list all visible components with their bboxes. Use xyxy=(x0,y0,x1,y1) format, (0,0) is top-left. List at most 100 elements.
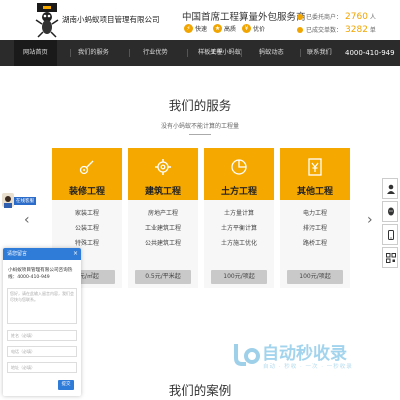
watermark-subtext: 自动 · 秒收 · 一次 · 一秒收录 xyxy=(263,364,353,370)
cases-title: 我们的案例 xyxy=(168,383,232,398)
nav-divider xyxy=(129,49,130,57)
gear-icon xyxy=(155,159,171,175)
card-items: 土方量计算 土方平衡计算 土方施工优化 xyxy=(204,206,274,251)
nav-about-us[interactable]: 关于小蚂蚁 xyxy=(210,40,241,66)
card-items: 房地产工程 工业建筑工程 公共建筑工程 xyxy=(128,206,198,251)
service-card-earthwork[interactable]: 土方工程 土方量计算 土方平衡计算 土方施工优化 xyxy=(204,148,274,288)
badge-price: ¥ 优价 xyxy=(242,24,265,33)
card-item[interactable]: 排污工程 xyxy=(280,221,350,236)
message-textarea[interactable]: 您好，请在此输入留言内容，我们会尽快与您联系。 xyxy=(7,288,77,324)
badge-fast: ⚡ 快速 xyxy=(184,24,207,33)
nav-services[interactable]: 我们的服务 xyxy=(78,40,109,66)
card-item[interactable]: 房地产工程 xyxy=(128,206,198,221)
stat-value: 2760 xyxy=(345,11,368,22)
watermark-text: 自动秒收录 xyxy=(262,344,347,364)
card-header: 土方工程 xyxy=(204,148,274,200)
badge-label: 高质 xyxy=(224,26,237,33)
card-items: 电力工程 排污工程 路桥工程 xyxy=(280,206,350,251)
feature-badges: ⚡ 快速 ★ 高质 ¥ 优价 xyxy=(184,24,265,33)
company-name: 湖南小蚂蚁项目管理有限公司 xyxy=(62,15,160,24)
medal-icon: ★ xyxy=(213,24,223,33)
card-item[interactable]: 土方平衡计算 xyxy=(204,221,274,236)
yen-icon: ¥ xyxy=(242,24,252,33)
card-title: 建筑工程 xyxy=(144,187,181,197)
user-float-button[interactable] xyxy=(382,178,398,199)
badge-quality: ★ 高质 xyxy=(213,24,236,33)
ant-logo[interactable] xyxy=(34,2,60,38)
slogan: 中国首席工程算量外包服务商 xyxy=(182,12,306,23)
phone-float-button[interactable] xyxy=(382,224,398,245)
stat-value: 3282 xyxy=(345,24,368,35)
stat-clients: 已委托商户： 2760 人 xyxy=(297,10,376,23)
card-item[interactable]: 家装工程 xyxy=(52,206,122,221)
avatar xyxy=(2,193,14,208)
online-tag: 在线客服 xyxy=(14,197,36,205)
card-header: 装修工程 xyxy=(52,148,122,200)
order-icon xyxy=(297,26,303,33)
nav-divider xyxy=(70,49,71,57)
nav-advantages[interactable]: 行业优势 xyxy=(143,40,168,66)
chevron-left-icon[interactable]: ‹ xyxy=(24,212,30,228)
card-item[interactable]: 电力工程 xyxy=(280,206,350,221)
stats-block: 已委托商户： 2760 人 已成交单数： 3282 单 xyxy=(297,10,376,36)
chevron-right-icon[interactable]: › xyxy=(367,212,373,228)
price-badge: 0.5元/平米起 xyxy=(135,270,191,284)
card-title: 土方工程 xyxy=(220,187,257,197)
nav-home[interactable]: 网站首页 xyxy=(14,40,57,66)
pie-chart-icon xyxy=(231,159,247,175)
name-field[interactable]: 姓名（必填） xyxy=(7,330,77,341)
user-icon xyxy=(297,13,303,20)
nav-divider xyxy=(241,49,242,57)
nav-news[interactable]: 蚂蚁动态 xyxy=(259,40,284,66)
stat-label: 已委托商户： xyxy=(306,14,343,21)
title-underline xyxy=(189,134,211,135)
card-item[interactable]: 土方量计算 xyxy=(204,206,274,221)
nav-contact[interactable]: 联系我们 xyxy=(307,40,332,66)
card-item[interactable]: 公装工程 xyxy=(52,221,122,236)
address-field[interactable]: 地址（必填） xyxy=(7,362,77,373)
price-badge: 100元/项起 xyxy=(211,270,267,284)
card-item[interactable]: 路桥工程 xyxy=(280,236,350,251)
message-panel: 请您留言 × 小蚂蚁项目管理有限公司咨询热线：4000-410-949 您好，请… xyxy=(3,248,81,396)
watermark-logo-icon xyxy=(234,344,260,366)
qrcode-float-button[interactable] xyxy=(382,247,398,268)
card-title: 其他工程 xyxy=(296,187,333,197)
services-title: 我们的服务 xyxy=(168,98,232,113)
stat-unit: 人 xyxy=(369,14,376,21)
close-icon[interactable]: × xyxy=(73,250,78,257)
yen-icon xyxy=(308,158,322,176)
card-header: 建筑工程 xyxy=(128,148,198,200)
service-card-building[interactable]: 建筑工程 房地产工程 工业建筑工程 公共建筑工程 xyxy=(128,148,198,288)
panel-company: 小蚂蚁项目管理有限公司咨询热线：4000-410-949 xyxy=(8,268,73,280)
user-icon xyxy=(387,184,395,194)
service-card-other[interactable]: 其他工程 电力工程 排污工程 路桥工程 xyxy=(280,148,350,288)
card-item[interactable]: 工业建筑工程 xyxy=(128,221,198,236)
card-header: 其他工程 xyxy=(280,148,350,200)
brush-icon xyxy=(79,160,94,175)
nav-divider xyxy=(300,49,301,57)
bolt-icon: ⚡ xyxy=(184,24,193,33)
card-item[interactable]: 公共建筑工程 xyxy=(128,236,198,251)
online-support[interactable]: 在线客服 xyxy=(2,193,36,209)
stat-orders: 已成交单数： 3282 单 xyxy=(297,23,376,36)
card-items: 家装工程 公装工程 特殊工程 xyxy=(52,206,122,251)
stat-unit: 单 xyxy=(369,27,376,34)
qrcode-icon xyxy=(386,253,396,263)
hotline-number: 4000-410-949 xyxy=(345,49,395,57)
watermark: 自动秒收录 自动 · 秒收 · 一次 · 一秒收录 xyxy=(232,338,392,378)
qq-icon xyxy=(388,207,394,216)
badge-label: 优价 xyxy=(253,26,266,33)
badge-label: 快速 xyxy=(195,26,208,33)
float-toolbar xyxy=(382,178,398,270)
nav-divider xyxy=(187,49,188,57)
qq-float-button[interactable] xyxy=(382,201,398,222)
card-title: 装修工程 xyxy=(68,187,105,197)
phone-field[interactable]: 电话（必填） xyxy=(7,346,77,357)
main-nav: 网站首页 我们的服务 行业优势 样板工程 关于小蚂蚁 蚂蚁动态 联系我们 400… xyxy=(0,40,400,66)
stat-label: 已成交单数： xyxy=(306,27,343,34)
services-subtitle: 没有小蚂蚁不能计算的工程量 xyxy=(160,123,239,130)
card-item[interactable]: 土方施工优化 xyxy=(204,236,274,251)
price-badge: 100元/项起 xyxy=(287,270,343,284)
site-header: 湖南小蚂蚁项目管理有限公司 中国首席工程算量外包服务商 ⚡ 快速 ★ 高质 ¥ … xyxy=(0,0,400,40)
panel-header: 请您留言 xyxy=(3,248,81,260)
